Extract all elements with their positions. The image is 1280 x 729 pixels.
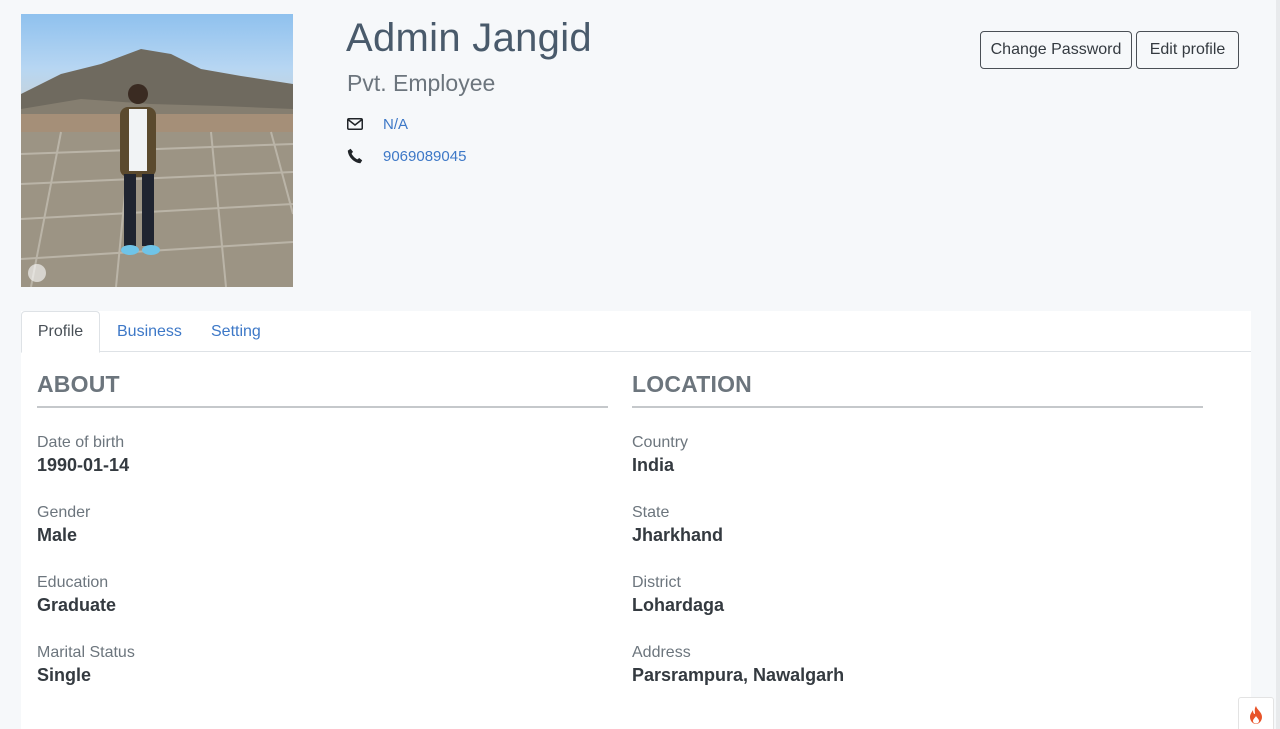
- field-value: Graduate: [37, 595, 117, 615]
- field-district: District Lohardaga: [632, 574, 724, 616]
- about-title: ABOUT: [37, 371, 608, 408]
- email-link[interactable]: N/A: [383, 116, 408, 133]
- profile-name: Admin Jangid: [346, 16, 592, 60]
- field-label: Gender: [37, 504, 91, 521]
- field-value: Lohardaga: [632, 595, 725, 615]
- contact-phone: 9069089045: [346, 147, 466, 165]
- field-label: Country: [632, 434, 689, 451]
- field-value: India: [632, 455, 675, 475]
- edit-profile-button[interactable]: Edit profile: [1136, 31, 1239, 69]
- profile-photo: [21, 14, 293, 287]
- change-password-button[interactable]: Change Password: [980, 31, 1132, 69]
- field-label: Education: [37, 574, 109, 591]
- tab-setting[interactable]: Setting: [211, 311, 261, 352]
- field-label: Date of birth: [37, 434, 125, 451]
- field-label: Marital Status: [37, 644, 135, 661]
- phone-icon: [346, 147, 364, 165]
- field-value: 1990-01-14: [37, 455, 130, 475]
- field-label: Address: [632, 644, 691, 661]
- phone-link[interactable]: 9069089045: [383, 148, 466, 165]
- tab-profile[interactable]: Profile: [21, 311, 100, 353]
- profile-tabs: Profile Business Setting: [21, 311, 1251, 353]
- field-value: Jharkhand: [632, 525, 724, 545]
- field-marital-status: Marital Status Single: [37, 644, 135, 686]
- envelope-icon: [346, 115, 364, 133]
- field-country: Country India: [632, 434, 688, 476]
- field-gender: Gender Male: [37, 504, 90, 546]
- location-title: LOCATION: [632, 371, 1203, 408]
- field-address: Address Parsrampura, Nawalgarh: [632, 644, 844, 686]
- field-value: Male: [37, 525, 78, 545]
- field-value: Single: [37, 665, 92, 685]
- field-date-of-birth: Date of birth 1990-01-14: [37, 434, 129, 476]
- field-state: State Jharkhand: [632, 504, 723, 546]
- profile-card: Profile Business Setting ABOUT Date of b…: [21, 311, 1251, 729]
- field-label: State: [632, 504, 670, 521]
- field-value: Parsrampura, Nawalgarh: [632, 665, 845, 685]
- field-education: Education Graduate: [37, 574, 116, 616]
- contact-email: N/A: [346, 115, 408, 133]
- location-section: LOCATION Country India State Jharkhand D…: [632, 371, 1203, 685]
- field-label: District: [632, 574, 681, 591]
- flame-icon[interactable]: [1238, 697, 1274, 729]
- tab-business[interactable]: Business: [117, 311, 182, 352]
- profile-role: Pvt. Employee: [347, 70, 496, 96]
- scrollbar[interactable]: [1276, 0, 1280, 729]
- about-section: ABOUT Date of birth 1990-01-14 Gender Ma…: [37, 371, 608, 685]
